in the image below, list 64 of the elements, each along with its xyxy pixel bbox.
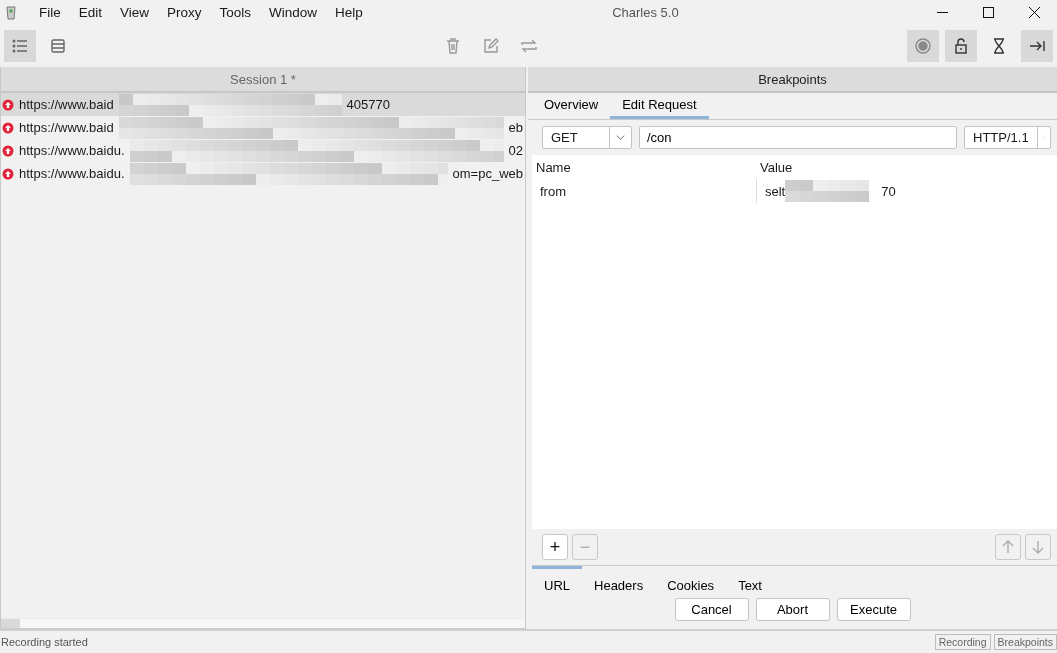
hourglass-icon (993, 38, 1005, 54)
request-row[interactable]: https://www.baidu. om=pc_web (1, 162, 525, 185)
table-cell-text: from (539, 182, 567, 201)
status-indicator: Recording (934, 634, 991, 650)
menu-item[interactable]: Edit (69, 5, 112, 20)
tab[interactable]: Headers (582, 566, 656, 595)
path-field[interactable]: /con (639, 126, 957, 149)
toolbar-button[interactable] (945, 30, 977, 62)
url-text: 02 (508, 143, 523, 158)
status-indicator: Breakpoints (993, 634, 1057, 650)
method-dropdown[interactable]: GET (542, 126, 632, 149)
scrollbar-thumb[interactable] (1, 619, 20, 628)
unlocked-padlock-icon (955, 38, 967, 54)
record-icon (915, 38, 931, 54)
app-icon (4, 4, 18, 21)
status-message: Recording started (1, 636, 89, 648)
session-header: Session 1 * (1, 67, 525, 93)
tab[interactable]: Edit Request (610, 93, 709, 119)
table-icon (51, 39, 65, 53)
url-text: https://www.baidu. (19, 143, 125, 158)
trash-icon (445, 38, 460, 54)
menu-item[interactable]: Help (326, 5, 372, 20)
action-button[interactable]: Abort (755, 598, 830, 621)
menu-item[interactable]: Window (260, 5, 327, 20)
action-button[interactable]: Execute (836, 598, 911, 621)
column-header: Name (535, 159, 572, 175)
breakpoints-header: Breakpoints (528, 67, 1057, 93)
request-row[interactable]: https://www.baid eb (1, 116, 525, 139)
maximize-icon (982, 7, 994, 18)
url-text: https://www.baidu. (19, 166, 125, 181)
column-header: Value (759, 159, 794, 175)
protocol-dropdown[interactable]: HTTP/1.1 (964, 126, 1051, 149)
action-button[interactable]: Cancel (674, 598, 749, 621)
menu-item[interactable]: Proxy (158, 5, 211, 20)
tab[interactable]: Cookies (655, 566, 727, 595)
url-text: eb (508, 120, 523, 135)
row-button[interactable]: + (542, 534, 568, 560)
arrow-to-bar-icon (1029, 40, 1045, 52)
list-icon (12, 39, 28, 53)
close-icon (1028, 7, 1040, 18)
menu-item[interactable]: View (111, 5, 159, 20)
breakpoint-icon (2, 144, 14, 157)
value-text: selt (765, 183, 786, 199)
url-text: om=pc_web (452, 166, 523, 181)
repeat-icon (520, 39, 537, 53)
url-text: https://www.baid (19, 120, 114, 135)
edit-icon (482, 38, 499, 54)
toolbar-button[interactable] (1021, 30, 1053, 62)
breakpoint-icon (2, 98, 14, 111)
menu-item[interactable]: Tools (210, 5, 261, 20)
url-text: https://www.baid (19, 97, 114, 112)
breakpoint-icon (2, 167, 14, 180)
breakpoint-icon (2, 121, 14, 134)
request-row[interactable]: https://www.baidu. 02 (1, 139, 525, 162)
tab[interactable]: URL (532, 566, 582, 595)
url-text: 405770 (346, 97, 390, 112)
value-text: 70 (881, 183, 896, 199)
tab[interactable]: Overview (532, 93, 611, 119)
window-title: Charles 5.0 (611, 4, 680, 20)
arrow-down-icon (1031, 540, 1045, 554)
menu-item[interactable]: File (30, 5, 70, 20)
tab[interactable]: Text (726, 566, 774, 595)
arrow-up-icon (1001, 540, 1015, 554)
request-row[interactable]: https://www.baid 405770 (1, 93, 525, 116)
